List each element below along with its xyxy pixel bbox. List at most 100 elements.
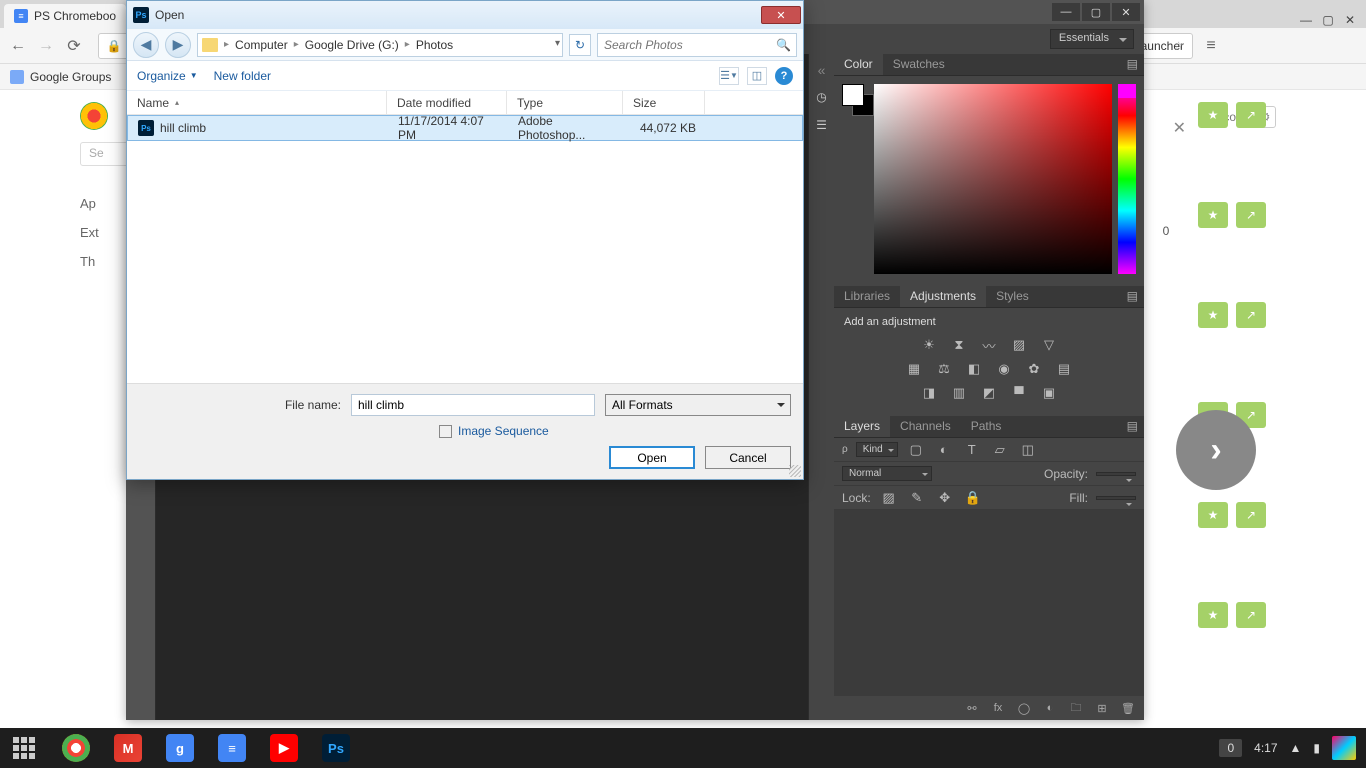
ps-minimize-button[interactable]: — [1052, 3, 1080, 21]
tab-swatches[interactable]: Swatches [883, 53, 955, 75]
color-balance-icon[interactable]: ⚖ [934, 360, 954, 378]
photo-filter-icon[interactable]: ◉ [994, 360, 1014, 378]
ps-close-button[interactable]: ✕ [1112, 3, 1140, 21]
browser-maximize-button[interactable]: ▢ [1318, 12, 1338, 28]
lock-position-icon[interactable]: ✥ [935, 489, 955, 507]
channel-mixer-icon[interactable]: ✿ [1024, 360, 1044, 378]
google-search-app-icon[interactable]: g [166, 734, 194, 762]
rate-icon[interactable]: ★ [1198, 302, 1228, 328]
bw-icon[interactable]: ◧ [964, 360, 984, 378]
hue-sat-icon[interactable]: ▦ [904, 360, 924, 378]
preview-pane-button[interactable]: ◫ [747, 67, 767, 85]
header-name[interactable]: Name▴ [127, 91, 387, 114]
color-field[interactable] [874, 84, 1112, 274]
filename-input[interactable] [351, 394, 595, 416]
crumb-computer[interactable]: Computer [231, 36, 292, 54]
file-row[interactable]: Pshill climb 11/17/2014 4:07 PM Adobe Ph… [127, 115, 803, 141]
vibrance-icon[interactable]: ▽ [1039, 336, 1059, 354]
new-folder-button[interactable]: New folder [214, 69, 271, 83]
lock-transparent-icon[interactable]: ▨ [879, 489, 899, 507]
share-icon[interactable]: ↗ [1236, 102, 1266, 128]
browser-minimize-button[interactable]: — [1296, 12, 1316, 28]
reload-button[interactable]: ⟳ [64, 36, 84, 56]
crumb-dropdown-icon[interactable]: ▾ [555, 38, 560, 49]
forward-button[interactable]: → [36, 36, 56, 56]
panel-menu-icon[interactable]: ▤ [1121, 415, 1144, 437]
share-icon[interactable]: ↗ [1236, 302, 1266, 328]
share-icon[interactable]: ↗ [1236, 502, 1266, 528]
help-icon[interactable]: ? [775, 67, 793, 85]
cancel-button[interactable]: Cancel [705, 446, 791, 469]
lock-image-icon[interactable]: ✎ [907, 489, 927, 507]
nav-forward-button[interactable]: ▶ [165, 32, 191, 58]
tab-styles[interactable]: Styles [986, 285, 1039, 307]
organize-menu[interactable]: Organize ▼ [137, 69, 198, 83]
app-launcher-button[interactable] [10, 734, 38, 762]
back-button[interactable]: ← [8, 36, 28, 56]
fill-input[interactable] [1096, 496, 1136, 500]
tab-libraries[interactable]: Libraries [834, 285, 900, 307]
browser-close-button[interactable]: ✕ [1340, 12, 1360, 28]
new-fill-icon[interactable]: ◐ [1042, 701, 1058, 715]
filter-shape-icon[interactable]: ▱ [990, 441, 1010, 459]
panel-menu-icon[interactable]: ▤ [1121, 285, 1144, 307]
blend-mode-dropdown[interactable]: Normal [842, 466, 932, 481]
carousel-next-button[interactable]: › [1176, 410, 1256, 490]
levels-icon[interactable]: ⧗ [949, 336, 969, 354]
status-tray[interactable]: 0 4:17 ▲ ▮ [1219, 736, 1356, 760]
browser-tab[interactable]: ≡ PS Chromeboo [4, 4, 126, 28]
open-button[interactable]: Open [609, 446, 695, 469]
posterize-icon[interactable]: ▥ [949, 384, 969, 402]
notification-count[interactable]: 0 [1219, 739, 1242, 757]
ps-maximize-button[interactable]: ▢ [1082, 3, 1110, 21]
delete-layer-icon[interactable]: 🗑 [1120, 701, 1136, 715]
resize-grip[interactable] [789, 465, 801, 477]
new-group-icon[interactable]: 🗀 [1068, 701, 1084, 715]
image-sequence-label[interactable]: Image Sequence [458, 424, 549, 438]
header-date[interactable]: Date modified [387, 91, 507, 114]
file-format-dropdown[interactable]: All Formats [605, 394, 791, 416]
bookmark-link[interactable]: Google Groups [30, 70, 111, 84]
browser-menu-button[interactable]: ≡ [1201, 36, 1221, 56]
chrome-app-icon[interactable] [62, 734, 90, 762]
filter-smart-icon[interactable]: ◫ [1018, 441, 1038, 459]
panel-menu-icon[interactable]: ▤ [1121, 53, 1144, 75]
curves-icon[interactable]: 〰 [979, 336, 999, 354]
layer-style-icon[interactable]: fx [990, 701, 1006, 715]
layer-filter-kind[interactable]: Kind [856, 442, 898, 457]
header-type[interactable]: Type [507, 91, 623, 114]
crumb-folder[interactable]: Photos [412, 36, 457, 54]
threshold-icon[interactable]: ◩ [979, 384, 999, 402]
rate-icon[interactable]: ★ [1198, 502, 1228, 528]
share-icon[interactable]: ↗ [1236, 602, 1266, 628]
history-panel-icon[interactable]: ◷ [813, 88, 831, 106]
color-lookup-icon[interactable]: ▤ [1054, 360, 1074, 378]
selective-color-icon[interactable]: ▣ [1039, 384, 1059, 402]
filter-adjustment-icon[interactable]: ◐ [934, 441, 954, 459]
brightness-icon[interactable]: ☀ [919, 336, 939, 354]
tab-color[interactable]: Color [834, 53, 883, 75]
exposure-icon[interactable]: ▨ [1009, 336, 1029, 354]
youtube-app-icon[interactable]: ▶ [270, 734, 298, 762]
search-input[interactable] [598, 38, 796, 52]
layers-list[interactable] [834, 510, 1144, 696]
workspace-dropdown[interactable]: Essentials [1050, 29, 1134, 49]
tab-adjustments[interactable]: Adjustments [900, 285, 986, 307]
bookmark-star-icon[interactable]: ☆ [1173, 39, 1184, 53]
user-avatar[interactable] [1332, 736, 1356, 760]
rate-icon[interactable]: ★ [1198, 202, 1228, 228]
filter-pixel-icon[interactable]: ▢ [906, 441, 926, 459]
file-list[interactable]: Pshill climb 11/17/2014 4:07 PM Adobe Ph… [127, 115, 803, 383]
rate-icon[interactable]: ★ [1198, 102, 1228, 128]
expand-dock-icon[interactable]: « [812, 62, 832, 78]
opacity-input[interactable] [1096, 472, 1136, 476]
fg-color-swatch[interactable] [842, 84, 864, 106]
view-options-button[interactable]: ☰ ▼ [719, 67, 739, 85]
link-layers-icon[interactable]: ⚯ [964, 701, 980, 715]
dialog-close-button[interactable]: ✕ [761, 6, 801, 24]
layer-mask-icon[interactable]: ◯ [1016, 701, 1032, 715]
tab-layers[interactable]: Layers [834, 415, 890, 437]
rate-icon[interactable]: ★ [1198, 602, 1228, 628]
properties-panel-icon[interactable]: ☰ [813, 116, 831, 134]
photoshop-app-icon[interactable]: Ps [322, 734, 350, 762]
